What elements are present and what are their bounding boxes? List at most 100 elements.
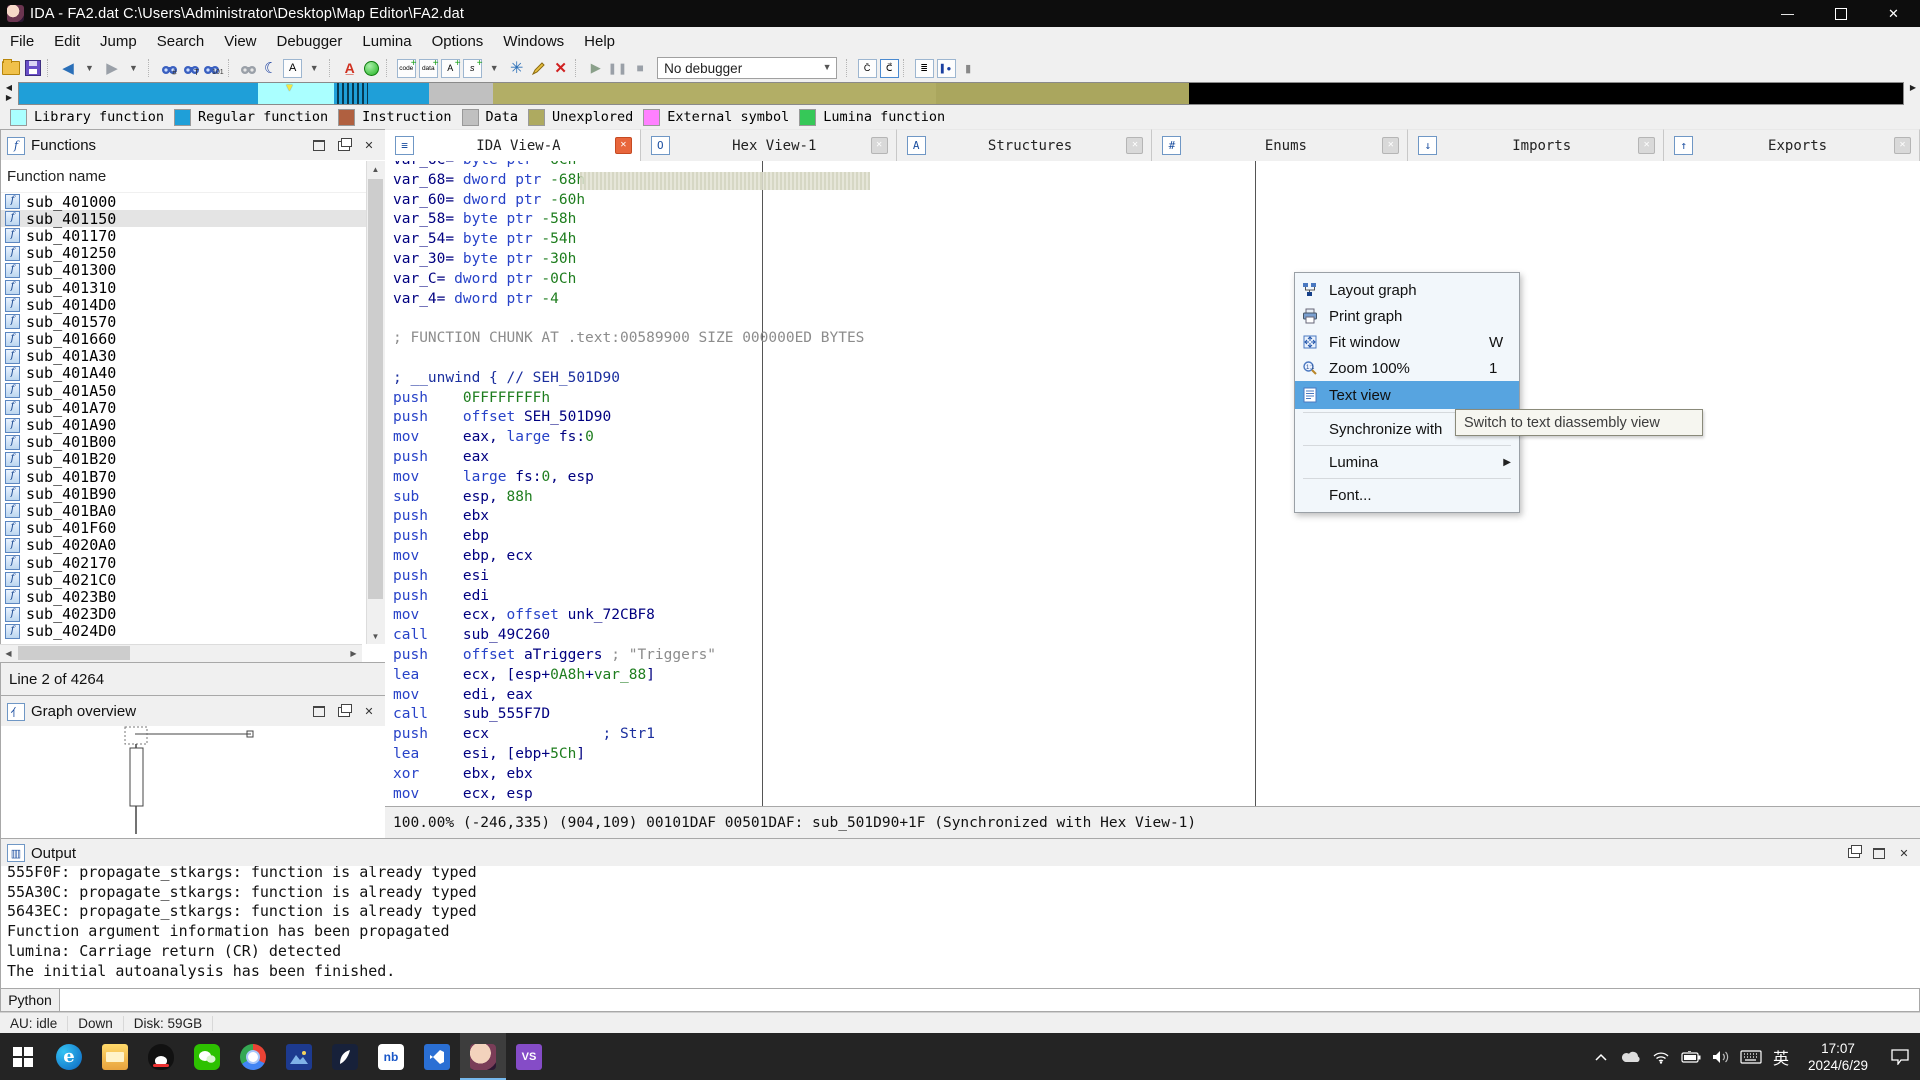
close-button[interactable]: ✕ — [1867, 0, 1920, 27]
tab-close-icon[interactable]: ✕ — [1638, 137, 1655, 154]
ascii-style-dropdown[interactable]: ▼ — [305, 58, 325, 78]
menu-view[interactable]: View — [214, 29, 266, 54]
volume-icon[interactable] — [1706, 1033, 1736, 1080]
code-line-25[interactable]: push offset aTriggers ; "Triggers" — [385, 646, 1285, 666]
debugger-pause-icon[interactable]: ❚❚ — [608, 58, 628, 78]
tab-close-icon[interactable]: ✕ — [871, 137, 888, 154]
functions-horizontal-scrollbar[interactable]: ◀ ▶ — [0, 644, 362, 662]
code-line-18[interactable]: push ebx — [385, 507, 1285, 527]
code-line-16[interactable]: mov large fs:0, esp — [385, 468, 1285, 488]
code-line-23[interactable]: mov ecx, offset unk_72CBF8 — [385, 606, 1285, 626]
navigation-band[interactable] — [18, 82, 1904, 105]
code-line-14[interactable]: mov eax, large fs:0 — [385, 428, 1285, 448]
function-row-sub_401F60[interactable]: fsub_401F60 — [1, 520, 386, 537]
menu-debugger[interactable]: Debugger — [267, 29, 353, 54]
menu-edit[interactable]: Edit — [44, 29, 90, 54]
function-row-sub_4021C0[interactable]: fsub_4021C0 — [1, 571, 386, 588]
overview-maximize-icon[interactable] — [310, 704, 328, 719]
code-line-2[interactable]: var_60= dword ptr -60h — [385, 191, 1285, 211]
code-line-12[interactable]: push 0FFFFFFFFh — [385, 389, 1285, 409]
problems-icon[interactable]: A̲ — [340, 58, 360, 78]
output-panel-titlebar[interactable]: ▥ Output ✕ — [0, 838, 1920, 868]
functions-panel-titlebar[interactable]: f Functions ✕ — [0, 129, 387, 162]
menu-options[interactable]: Options — [422, 29, 494, 54]
tab-imports[interactable]: ↓Imports✕ — [1408, 129, 1664, 161]
taskbar-clock[interactable]: 17:07 2024/6/29 — [1796, 1040, 1880, 1074]
maximize-button[interactable] — [1814, 0, 1867, 27]
function-row-sub_4020A0[interactable]: fsub_4020A0 — [1, 537, 386, 554]
code-line-8[interactable] — [385, 309, 1285, 329]
code-line-9[interactable]: ; FUNCTION CHUNK AT .text:00589900 SIZE … — [385, 329, 1285, 349]
navigate-forward-dropdown[interactable]: ▼ — [124, 58, 144, 78]
scroll-right-icon[interactable]: ▶ — [345, 645, 362, 661]
misc-debug-icon[interactable]: ▮ — [958, 58, 978, 78]
function-row-sub_401170[interactable]: fsub_401170 — [1, 227, 386, 244]
tab-exports[interactable]: ↑Exports✕ — [1664, 129, 1920, 161]
run-until-icon[interactable]: C⃗ — [879, 58, 899, 78]
minimize-button[interactable]: — — [1761, 0, 1814, 27]
code-line-3[interactable]: var_58= byte ptr -58h — [385, 210, 1285, 230]
debugger-run-icon[interactable]: ▶ — [586, 58, 606, 78]
functions-list-header[interactable]: Function name — [1, 160, 386, 193]
vscode-taskbar-icon[interactable] — [414, 1033, 460, 1080]
menu-item-font[interactable]: Font... — [1295, 482, 1519, 508]
function-row-sub_4014D0[interactable]: fsub_4014D0 — [1, 296, 386, 313]
menu-lumina[interactable]: Lumina — [352, 29, 421, 54]
code-line-22[interactable]: push edi — [385, 587, 1285, 607]
code-line-6[interactable]: var_C= dword ptr -0Ch — [385, 270, 1285, 290]
visual-studio-taskbar-icon[interactable]: VS — [506, 1033, 552, 1080]
function-row-sub_401570[interactable]: fsub_401570 — [1, 313, 386, 330]
overview-float-icon[interactable] — [335, 704, 353, 719]
function-row-sub_401310[interactable]: fsub_401310 — [1, 279, 386, 296]
function-row-sub_401250[interactable]: fsub_401250 — [1, 245, 386, 262]
code-line-10[interactable] — [385, 349, 1285, 369]
scroll-down-icon[interactable]: ▼ — [367, 628, 384, 644]
function-row-sub_401BA0[interactable]: fsub_401BA0 — [1, 502, 386, 519]
continue-until-icon[interactable]: C̄ — [857, 58, 877, 78]
function-row-sub_401A30[interactable]: fsub_401A30 — [1, 348, 386, 365]
output-close-icon[interactable]: ✕ — [1895, 846, 1913, 861]
code-line-15[interactable]: push eax — [385, 448, 1285, 468]
graph-overview-canvas[interactable] — [0, 726, 387, 839]
function-row-sub_4023B0[interactable]: fsub_4023B0 — [1, 588, 386, 605]
navband-left-arrow[interactable]: ◀ — [1, 83, 17, 93]
quill-app-taskbar-icon[interactable] — [322, 1033, 368, 1080]
functions-float-icon[interactable] — [335, 138, 353, 153]
create-dropdown[interactable]: ▼ — [485, 58, 505, 78]
menu-item-print-graph[interactable]: Print graph — [1295, 303, 1519, 329]
ascii-string-style-icon[interactable]: A — [283, 58, 303, 78]
code-line-21[interactable]: push esi — [385, 567, 1285, 587]
menu-item-layout-graph[interactable]: Layout graph — [1295, 277, 1519, 303]
tab-close-icon[interactable]: ✕ — [1894, 137, 1911, 154]
menu-jump[interactable]: Jump — [90, 29, 147, 54]
code-line-5[interactable]: var_30= byte ptr -30h — [385, 250, 1285, 270]
create-string-icon[interactable]: s+ — [463, 58, 483, 78]
code-line-32[interactable]: mov ecx, esp — [385, 785, 1285, 805]
code-line-24[interactable]: call sub_49C260 — [385, 626, 1285, 646]
code-line-28[interactable]: call sub_555F7D — [385, 705, 1285, 725]
function-row-sub_401300[interactable]: fsub_401300 — [1, 262, 386, 279]
disassembly-code[interactable]: var_6C= byte ptr -6Chvar_68= dword ptr -… — [385, 151, 1285, 806]
code-line-17[interactable]: sub esp, 88h — [385, 488, 1285, 508]
tab-close-icon[interactable]: ✕ — [1126, 137, 1143, 154]
file-explorer-taskbar-icon[interactable] — [92, 1033, 138, 1080]
chrome-taskbar-icon[interactable] — [230, 1033, 276, 1080]
navigate-back-icon[interactable]: ◀ — [58, 58, 78, 78]
function-row-sub_401000[interactable]: fsub_401000 — [1, 193, 386, 210]
function-row-sub_401A70[interactable]: fsub_401A70 — [1, 399, 386, 416]
qq-taskbar-icon[interactable] — [138, 1033, 184, 1080]
scroll-left-icon[interactable]: ◀ — [0, 645, 17, 661]
onedrive-cloud-icon[interactable] — [1616, 1033, 1646, 1080]
functions-hscroll-thumb[interactable] — [18, 646, 130, 660]
menu-item-text-view[interactable]: Text view — [1295, 381, 1519, 409]
function-row-sub_401B20[interactable]: fsub_401B20 — [1, 451, 386, 468]
function-row-sub_401A90[interactable]: fsub_401A90 — [1, 416, 386, 433]
output-log[interactable]: 555F0F: propagate_stkargs: function is a… — [0, 866, 1920, 988]
create-name-icon[interactable]: A+ — [441, 58, 461, 78]
menu-item-fit-window[interactable]: Fit windowW — [1295, 329, 1519, 355]
photos-taskbar-icon[interactable] — [276, 1033, 322, 1080]
edge-taskbar-icon[interactable]: e — [46, 1033, 92, 1080]
ime-indicator[interactable]: 英 — [1766, 1033, 1796, 1080]
asterisk-icon[interactable]: ✳ — [507, 58, 527, 78]
start-button[interactable] — [0, 1033, 46, 1080]
